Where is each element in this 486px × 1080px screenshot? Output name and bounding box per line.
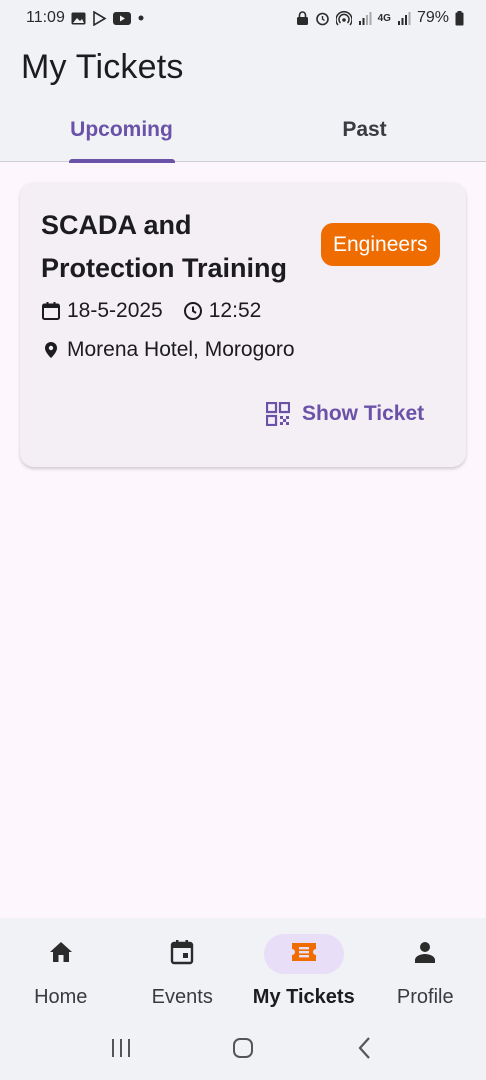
nav-events-label: Events	[151, 986, 213, 1008]
hotspot-icon	[335, 10, 352, 26]
tab-indicator	[68, 159, 175, 163]
youtube-icon	[112, 11, 131, 25]
play-store-icon	[92, 10, 107, 26]
tab-upcoming-label: Upcoming	[70, 118, 173, 141]
ticket-location: Morena Hotel, Morogoro	[67, 338, 295, 361]
ticket-title: SCADA and Protection Training	[41, 210, 288, 283]
qr-code-icon	[266, 402, 290, 426]
category-badge: Engineers	[321, 223, 440, 266]
nav-events-icon-wrap	[142, 934, 222, 974]
location-row: Morena Hotel, Morogoro	[41, 338, 295, 362]
system-navigation-bar	[0, 1020, 486, 1080]
ticket-time: 12:52	[208, 299, 262, 322]
signal-icon	[358, 11, 372, 25]
alarm-icon	[315, 11, 330, 26]
tab-past[interactable]: Past	[243, 102, 486, 162]
lock-icon	[296, 10, 309, 26]
gallery-icon	[71, 12, 86, 25]
ticket-icon	[290, 941, 318, 968]
network-type: 4G	[377, 12, 391, 24]
nav-profile[interactable]: Profile	[365, 918, 486, 1020]
calendar-icon	[41, 301, 61, 321]
home-system-button[interactable]	[223, 1030, 263, 1070]
show-ticket-button[interactable]: Show Ticket	[266, 402, 424, 426]
home-icon	[48, 940, 74, 969]
signal-icon-2	[397, 11, 411, 25]
page-title: My Tickets	[21, 48, 184, 86]
back-button[interactable]	[345, 1030, 385, 1070]
nav-my-tickets-icon-wrap	[263, 934, 344, 974]
tab-bar: Upcoming Past	[0, 102, 486, 163]
back-chevron-icon	[357, 1036, 373, 1065]
dot-icon	[137, 14, 145, 22]
recent-apps-icon	[109, 1037, 133, 1064]
nav-my-tickets[interactable]: My Tickets	[243, 918, 365, 1020]
status-bar: 11:09 4G 79%	[0, 0, 486, 36]
battery-level: 79%	[416, 9, 449, 26]
app-bar: My Tickets Upcoming Past	[0, 36, 486, 163]
ticket-date: 18-5-2025	[67, 299, 163, 322]
battery-icon	[455, 10, 464, 26]
clock-icon	[183, 301, 203, 321]
tab-past-label: Past	[342, 118, 387, 141]
date-time-row: 18-5-2025 12:52	[41, 299, 261, 323]
home-circle-icon	[231, 1036, 255, 1065]
ticket-card[interactable]: SCADA and Protection Training Engineers …	[20, 182, 466, 467]
nav-events[interactable]: Events	[122, 918, 244, 1020]
nav-profile-icon-wrap	[385, 934, 465, 974]
tab-upcoming[interactable]: Upcoming	[0, 102, 243, 163]
nav-profile-label: Profile	[396, 986, 454, 1008]
location-pin-icon	[41, 340, 61, 360]
status-time: 11:09	[26, 9, 65, 26]
nav-home-label: Home	[34, 986, 88, 1008]
show-ticket-label: Show Ticket	[302, 402, 425, 425]
nav-home[interactable]: Home	[0, 918, 122, 1020]
nav-home-icon-wrap	[21, 934, 101, 974]
calendar-icon	[170, 939, 194, 970]
person-icon	[413, 940, 437, 969]
bottom-navigation: Home Events My Tickets Profile	[0, 918, 486, 1020]
nav-my-tickets-label: My Tickets	[252, 986, 355, 1008]
recent-apps-button[interactable]	[101, 1030, 141, 1070]
